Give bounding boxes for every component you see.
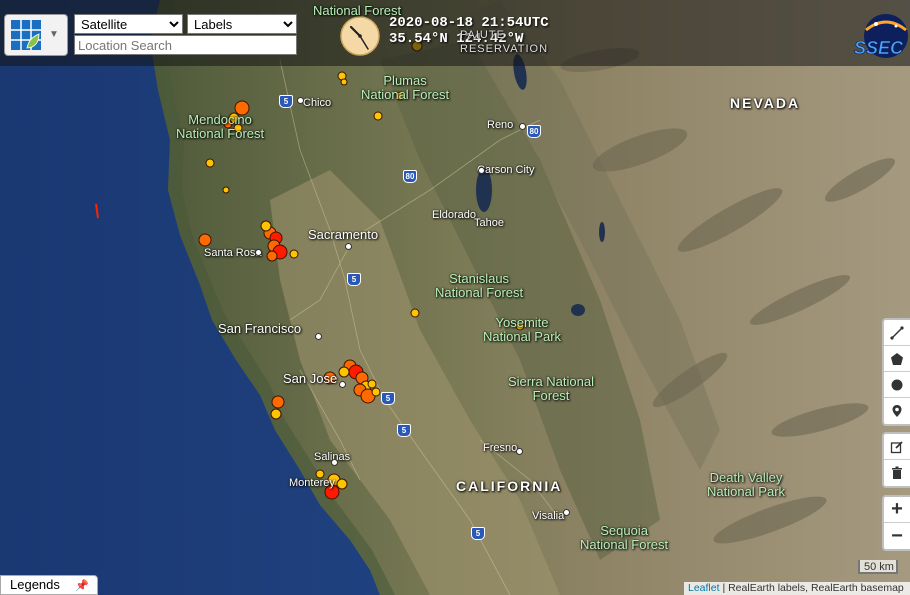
map-label-monterey: Monterey <box>289 477 335 489</box>
fire-detection-marker[interactable] <box>340 78 348 86</box>
attribution-text: | RealEarth labels, RealEarth basemap <box>719 582 904 594</box>
zoom-out-button[interactable]: − <box>884 523 910 549</box>
interstate-shield-icon: 80 <box>527 125 541 138</box>
layers-grid-icon <box>11 20 41 50</box>
city-marker <box>331 459 338 466</box>
map-label-mendocino: Mendocino National Forest <box>176 112 265 141</box>
map-label-sacramento: Sacramento <box>308 227 379 242</box>
fire-detection-marker[interactable] <box>271 395 285 409</box>
fire-detection-marker[interactable] <box>336 478 348 490</box>
scale-bar: 50 km <box>858 560 898 574</box>
interstate-shield-icon: 5 <box>347 273 361 286</box>
legends-toggle[interactable]: Legends 📌 <box>0 575 98 595</box>
city-marker <box>297 97 304 104</box>
interstate-shield-icon: 80 <box>403 170 417 183</box>
edit-tool[interactable] <box>884 434 910 460</box>
polyline-tool[interactable] <box>884 320 910 346</box>
map-label-paiute: PAIUTE RESERVATION <box>460 29 549 55</box>
map-label-national-forest: National Forest <box>313 3 402 18</box>
fire-detection-marker[interactable] <box>222 186 230 194</box>
city-marker <box>345 243 352 250</box>
layer-menu-button[interactable]: ▼ <box>4 14 68 56</box>
fire-detection-marker[interactable] <box>270 408 282 420</box>
fire-detection-marker[interactable] <box>338 366 350 378</box>
fire-detection-marker[interactable] <box>198 233 212 247</box>
fire-detection-marker[interactable] <box>266 250 278 262</box>
city-marker <box>478 167 485 174</box>
labels-select[interactable]: Labels <box>187 14 297 34</box>
fire-detection-marker[interactable] <box>260 220 272 232</box>
fire-detection-marker[interactable] <box>373 111 383 121</box>
map-label-santa-rosa: Santa Rosa <box>204 247 262 259</box>
map-label-san-jose: San Jose <box>283 371 338 386</box>
city-marker <box>563 509 570 516</box>
leaflet-link[interactable]: Leaflet <box>688 582 720 594</box>
map-label-eldorado: Eldorado <box>432 209 477 221</box>
map-label-fresno: Fresno <box>483 442 518 454</box>
fire-detection-marker[interactable] <box>367 379 377 389</box>
legends-label: Legends <box>10 577 60 592</box>
map-label-reno: Reno <box>487 119 514 131</box>
city-marker <box>339 381 346 388</box>
interstate-shield-icon: 5 <box>381 392 395 405</box>
attribution: Leaflet | RealEarth labels, RealEarth ba… <box>684 582 910 595</box>
marker-pin-icon <box>892 405 902 417</box>
map-label-san-francisco: San Francisco <box>218 321 302 336</box>
map-label-death-valley: Death Valley National Park <box>707 470 786 499</box>
interstate-shield-icon: 5 <box>471 527 485 540</box>
map-label-carson-city: Carson City <box>477 164 535 176</box>
map-label-sequoia: Sequoia National Forest <box>580 523 669 552</box>
pin-icon: 📌 <box>75 580 89 592</box>
edit-pencil-icon <box>890 440 903 453</box>
map-label-california: CALIFORNIA <box>456 478 563 494</box>
map-label-stanislaus: Stanislaus National Forest <box>435 271 524 300</box>
map-label-chico: Chico <box>303 97 332 109</box>
clock-icon <box>340 16 380 56</box>
map-label-sierra-national: Sierra National Forest <box>508 374 594 403</box>
ssec-logo: SSEC <box>854 14 908 58</box>
fire-detection-marker[interactable] <box>410 308 420 318</box>
polyline-icon <box>890 325 904 340</box>
fire-detection-marker[interactable] <box>289 249 299 259</box>
dropdown-caret-icon: ▼ <box>49 29 59 40</box>
fire-detection-marker[interactable] <box>205 158 215 168</box>
zoom-in-button[interactable]: + <box>884 497 910 523</box>
marker-tool[interactable] <box>884 398 910 424</box>
map-label-tahoe: Tahoe <box>474 217 504 229</box>
logo-text: SSEC <box>854 38 904 58</box>
trash-icon <box>892 466 902 479</box>
interstate-shield-icon: 5 <box>279 95 293 108</box>
map-label-plumas: Plumas National Forest <box>361 73 450 102</box>
circle-icon <box>891 379 903 390</box>
circle-tool[interactable] <box>884 372 910 398</box>
location-search-input[interactable] <box>74 35 297 55</box>
map-label-visalia: Visalia <box>532 510 565 522</box>
city-marker <box>519 123 526 130</box>
edit-toolbar <box>882 432 910 488</box>
interstate-shield-icon: 5 <box>397 424 411 437</box>
delete-tool[interactable] <box>884 460 910 486</box>
zoom-control: + − <box>882 495 910 551</box>
city-marker <box>315 333 322 340</box>
city-marker <box>255 249 262 256</box>
polygon-tool[interactable] <box>884 346 910 372</box>
map-label-nevada: NEVADA <box>730 95 801 111</box>
basemap-select[interactable]: Satellite <box>74 14 183 34</box>
polygon-icon <box>891 352 903 365</box>
draw-toolbar <box>882 318 910 426</box>
city-marker <box>516 448 523 455</box>
map-label-yosemite: Yosemite National Park <box>483 315 562 344</box>
fire-detection-marker[interactable] <box>371 387 381 397</box>
